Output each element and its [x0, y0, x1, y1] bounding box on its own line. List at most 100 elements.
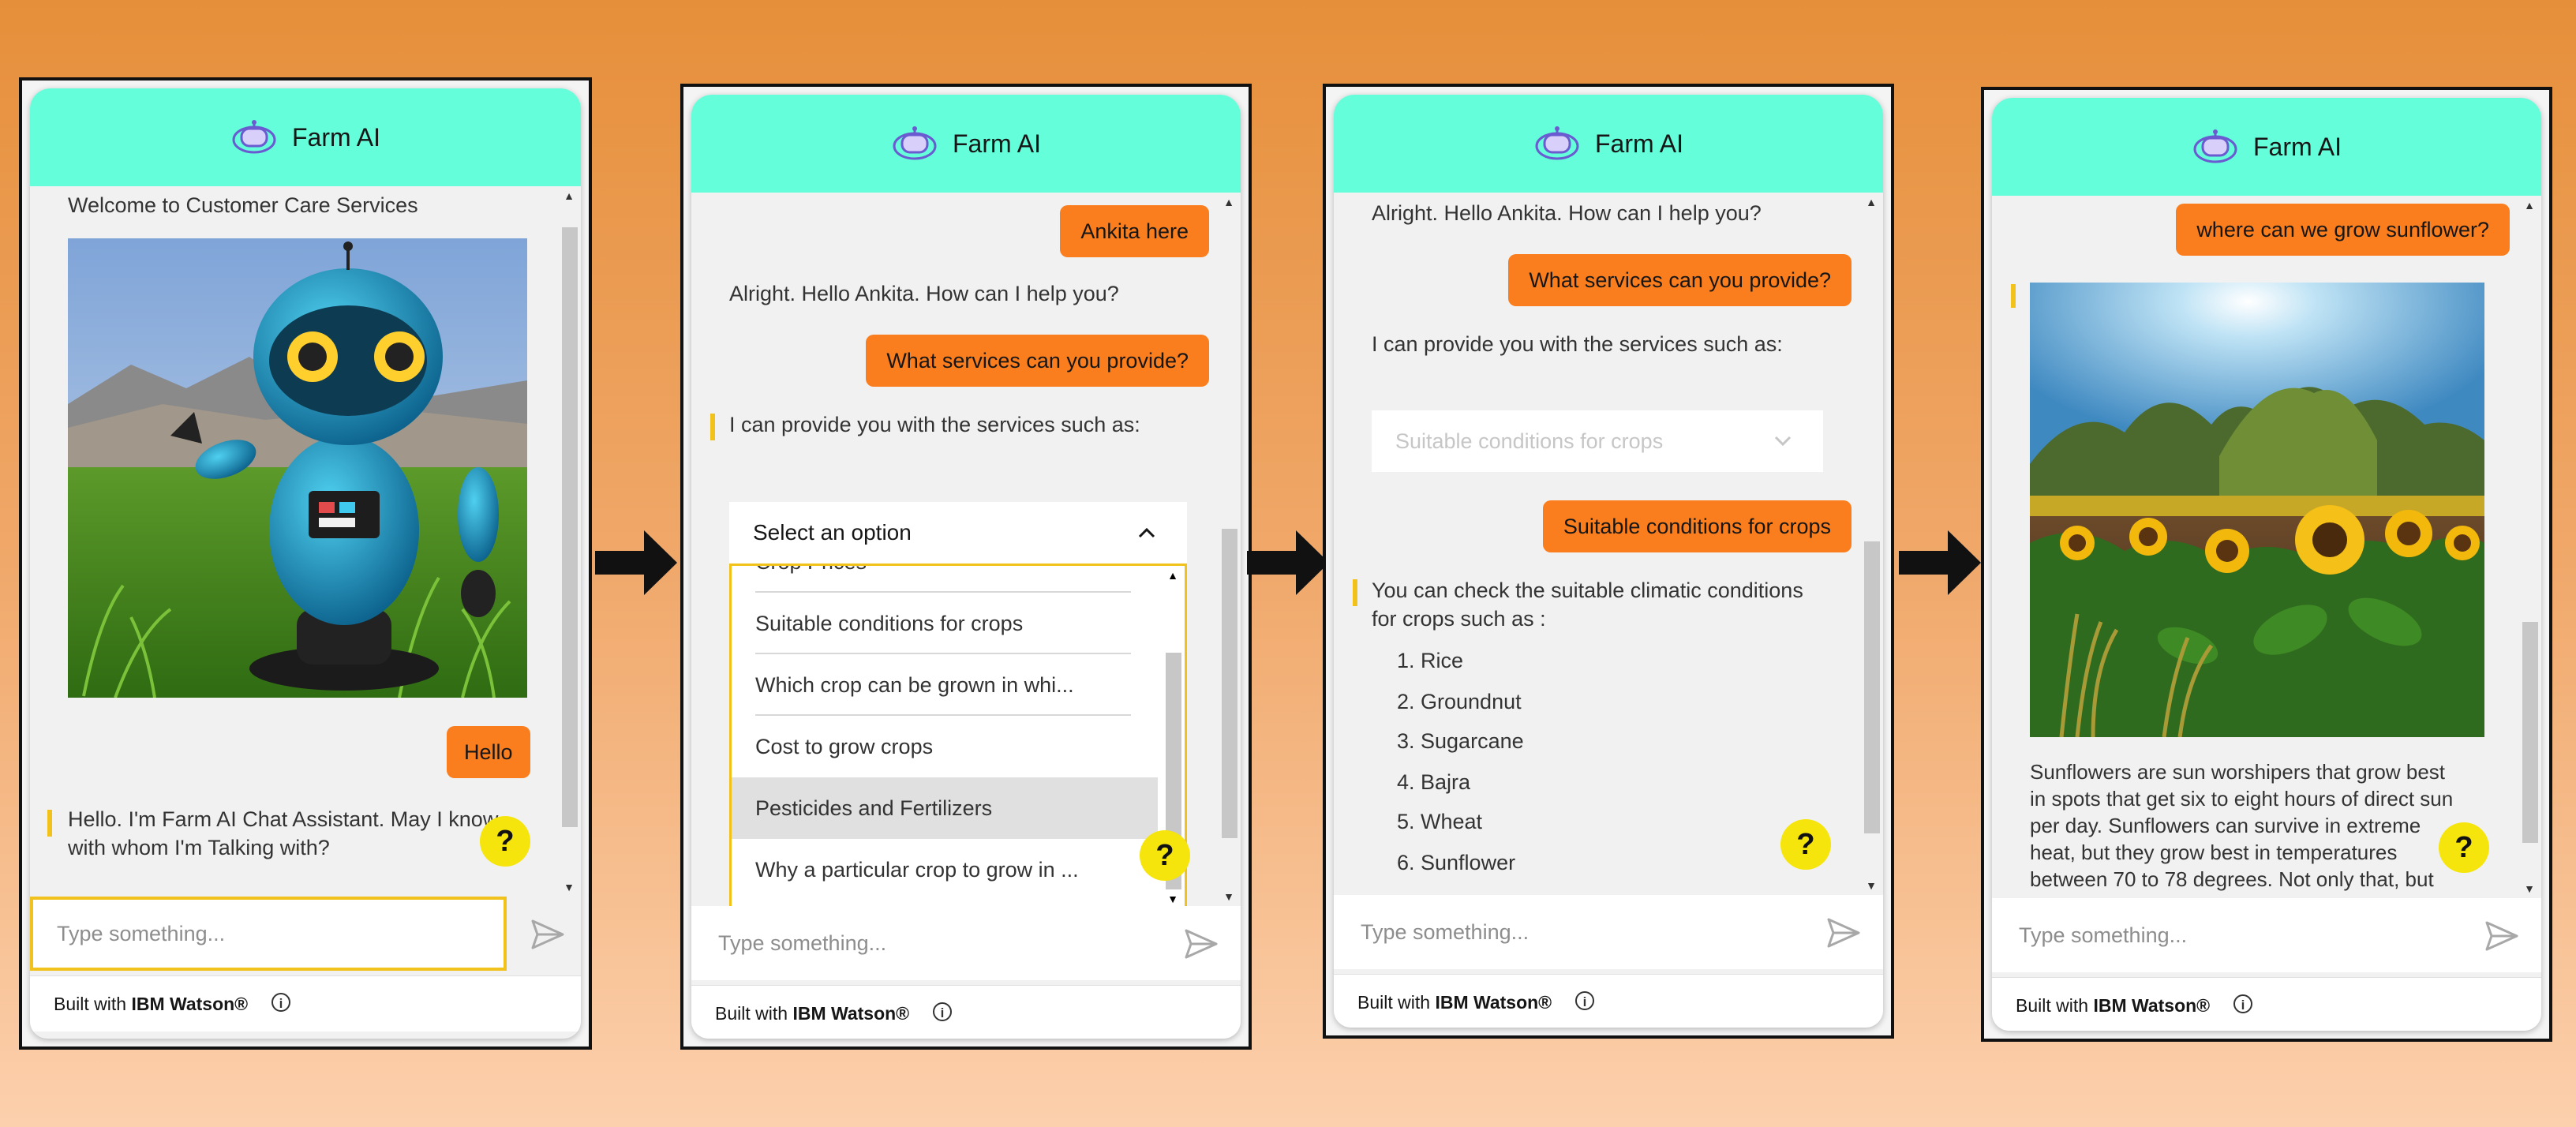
flow-arrow-icon: [595, 530, 677, 595]
chat-widget: Farm AI Alright. Hello Ankita. How can I…: [1334, 95, 1883, 1028]
scrollbar[interactable]: ▲ ▼: [1859, 193, 1883, 895]
message-accent-bar: [47, 810, 52, 837]
scroll-up-icon[interactable]: ▲: [1161, 566, 1185, 585]
crop-list-item: 2. Groundnut: [1397, 690, 1522, 713]
help-button[interactable]: ?: [2439, 822, 2489, 873]
scroll-up-icon[interactable]: ▲: [2518, 196, 2541, 215]
chat-widget: Farm AI Welcome to Customer Care Service…: [30, 88, 581, 1039]
user-message-question: What services can you provide?: [866, 335, 1209, 387]
send-icon[interactable]: [530, 919, 565, 950]
input-placeholder: Type something...: [57, 922, 226, 945]
bot-answer-line: per day. Sunflowers can survive in extre…: [2030, 814, 2421, 837]
bot-answer-line: Sunflowers are sun worshipers that grow …: [2030, 760, 2446, 784]
bot-message-greeting: Hello. I'm Farm AI Chat Assistant. May I…: [68, 807, 499, 859]
chat-body: Welcome to Customer Care Services Hello …: [30, 186, 581, 897]
selected-option: Suitable conditions for crops: [1395, 429, 1664, 453]
send-icon[interactable]: [1826, 917, 1861, 949]
sunflower-field-image: [2030, 283, 2484, 737]
crop-list-item: 4. Bajra: [1397, 770, 1471, 794]
chat-title: Farm AI: [952, 129, 1041, 158]
scroll-up-icon[interactable]: ▲: [1217, 193, 1241, 212]
send-icon[interactable]: [1184, 928, 1219, 960]
chat-body: Alright. Hello Ankita. How can I help yo…: [1334, 193, 1883, 895]
bot-message-hello: Alright. Hello Ankita. How can I help yo…: [1372, 201, 1762, 225]
bot-message-services: I can provide you with the services such…: [729, 413, 1140, 436]
scroll-down-icon[interactable]: ▼: [1217, 887, 1241, 906]
message-input[interactable]: Type something...: [718, 906, 886, 980]
footer-text: Built with IBM Watson®: [54, 994, 249, 1014]
message-input[interactable]: Type something...: [30, 897, 507, 971]
option-item-hovered[interactable]: Pesticides and Fertilizers: [732, 777, 1158, 839]
select-label: Select an option: [753, 520, 912, 545]
option-item[interactable]: Crop Prices: [732, 566, 1158, 593]
option-item[interactable]: Which crop can be grown in whi...: [732, 654, 1158, 716]
chat-widget: Farm AI where can we grow sunflower? Sun…: [1992, 98, 2541, 1031]
chat-header: Farm AI: [1334, 95, 1883, 193]
message-input[interactable]: Type something...: [1361, 895, 1529, 969]
user-message-question: where can we grow sunflower?: [2176, 204, 2510, 256]
info-icon[interactable]: i: [2233, 994, 2252, 1013]
footer: Built with IBM Watson® i: [30, 975, 581, 1032]
crop-list-item: 3. Sugarcane: [1397, 729, 1524, 753]
chat-header: Farm AI: [691, 95, 1241, 193]
scroll-down-icon[interactable]: ▼: [2518, 879, 2541, 898]
user-message-question: What services can you provide?: [1508, 254, 1852, 306]
flow-arrow-icon: [1899, 530, 1981, 595]
bot-message-services: I can provide you with the services such…: [1372, 332, 1783, 356]
help-button[interactable]: ?: [1780, 819, 1831, 870]
option-item[interactable]: Suitable conditions for crops: [732, 593, 1158, 654]
option-select-disabled[interactable]: Suitable conditions for crops: [1372, 410, 1823, 472]
message-list: Alright. Hello Ankita. How can I help yo…: [1334, 193, 1859, 895]
chevron-up-icon: [1138, 527, 1155, 538]
message-list: Ankita here Alright. Hello Ankita. How c…: [691, 193, 1217, 906]
send-icon[interactable]: [2484, 920, 2519, 952]
chevron-down-icon: [1774, 436, 1792, 447]
input-bar: Type something...: [1992, 898, 2541, 972]
bot-answer-line: heat, but they grow best in temperatures: [2030, 841, 2398, 864]
footer: Built with IBM Watson® i: [1992, 977, 2541, 1031]
chat-panel-2: Farm AI Ankita here Alright. Hello Ankit…: [680, 84, 1252, 1050]
scroll-up-icon[interactable]: ▲: [1859, 193, 1883, 212]
scroll-up-icon[interactable]: ▲: [557, 186, 581, 205]
bot-answer-line: between 70 to 78 degrees. Not only that,…: [2030, 867, 2434, 891]
scroll-thumb[interactable]: [562, 227, 578, 827]
option-item[interactable]: Why a particular crop to grow in ...: [732, 839, 1158, 900]
chat-title: Farm AI: [1594, 129, 1683, 158]
scroll-thumb[interactable]: [1222, 529, 1237, 838]
info-icon[interactable]: i: [271, 993, 290, 1012]
scroll-down-icon[interactable]: ▼: [1859, 876, 1883, 895]
farm-ai-logo-icon: [1535, 126, 1579, 160]
scrollbar[interactable]: ▲ ▼: [557, 186, 581, 897]
option-select[interactable]: Select an option: [729, 502, 1187, 564]
footer: Built with IBM Watson® i: [691, 985, 1241, 1039]
farm-ai-logo-icon: [232, 120, 276, 154]
ibm-watson-brand: IBM Watson®: [1435, 992, 1552, 1013]
farm-ai-logo-icon: [2193, 129, 2237, 163]
help-button[interactable]: ?: [480, 816, 530, 867]
message-accent-bar: [2011, 284, 2016, 308]
scroll-thumb[interactable]: [1864, 541, 1880, 833]
scroll-down-icon[interactable]: ▼: [557, 878, 581, 897]
ibm-watson-brand: IBM Watson®: [2093, 995, 2211, 1016]
chat-title: Farm AI: [291, 122, 380, 152]
info-icon[interactable]: i: [933, 1002, 952, 1021]
chat-body: Ankita here Alright. Hello Ankita. How c…: [691, 193, 1241, 906]
crop-list-item: 5. Wheat: [1397, 810, 1483, 833]
user-message-name: Ankita here: [1060, 205, 1209, 257]
chat-panel-4: Farm AI where can we grow sunflower? Sun…: [1981, 87, 2552, 1042]
ibm-watson-brand: IBM Watson®: [792, 1003, 910, 1024]
scrollbar[interactable]: ▲ ▼: [1217, 193, 1241, 906]
flow-arrow-icon: [1247, 530, 1329, 595]
input-bar: Type something...: [1334, 895, 1883, 969]
option-list: Crop Prices Suitable conditions for crop…: [729, 564, 1187, 906]
message-input[interactable]: Type something...: [2019, 898, 2187, 972]
info-icon[interactable]: i: [1575, 991, 1594, 1010]
scrollbar[interactable]: ▲ ▼: [2518, 196, 2541, 898]
chat-panel-1: Farm AI Welcome to Customer Care Service…: [19, 77, 592, 1050]
scroll-thumb[interactable]: [2522, 622, 2538, 843]
help-button[interactable]: ?: [1140, 830, 1190, 881]
option-item[interactable]: Cost to grow crops: [732, 716, 1158, 777]
scroll-down-icon[interactable]: ▼: [1161, 889, 1185, 906]
bot-message-hello: Alright. Hello Ankita. How can I help yo…: [729, 282, 1119, 305]
footer-text: Built with IBM Watson®: [2016, 995, 2211, 1016]
